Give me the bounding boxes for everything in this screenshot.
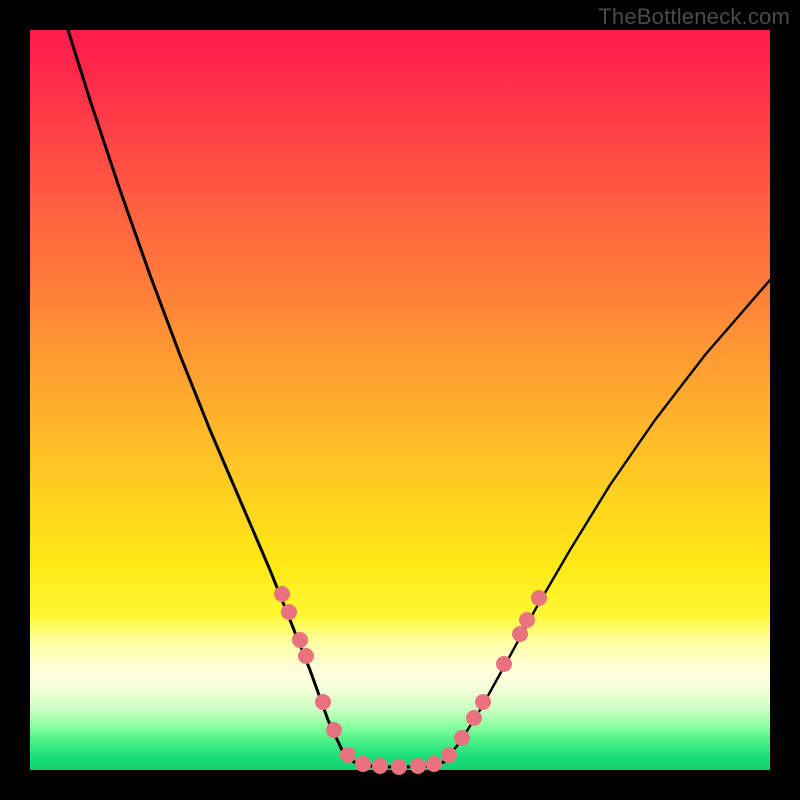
marker-dot xyxy=(326,722,342,738)
marker-dot xyxy=(441,747,457,763)
marker-dot xyxy=(292,632,308,648)
marker-dot xyxy=(496,656,512,672)
marker-dot xyxy=(531,590,547,606)
marker-dot xyxy=(315,694,331,710)
series-right-curve xyxy=(444,280,770,762)
marker-dot xyxy=(512,626,528,642)
marker-dot xyxy=(274,586,290,602)
marker-dot xyxy=(410,758,426,774)
marker-dot xyxy=(298,648,314,664)
marker-dot xyxy=(340,747,356,763)
marker-dot xyxy=(372,758,388,774)
marker-dot xyxy=(454,730,470,746)
marker-dot xyxy=(475,694,491,710)
marker-dot xyxy=(466,710,482,726)
marker-dot xyxy=(281,604,297,620)
marker-dot xyxy=(391,759,407,775)
chart-lines xyxy=(68,30,770,767)
chart-frame: TheBottleneck.com xyxy=(0,0,800,800)
chart-svg xyxy=(30,30,770,770)
plot-area xyxy=(30,30,770,770)
watermark-text: TheBottleneck.com xyxy=(598,4,790,30)
marker-dot xyxy=(355,756,371,772)
marker-dot xyxy=(426,756,442,772)
marker-dot xyxy=(519,612,535,628)
